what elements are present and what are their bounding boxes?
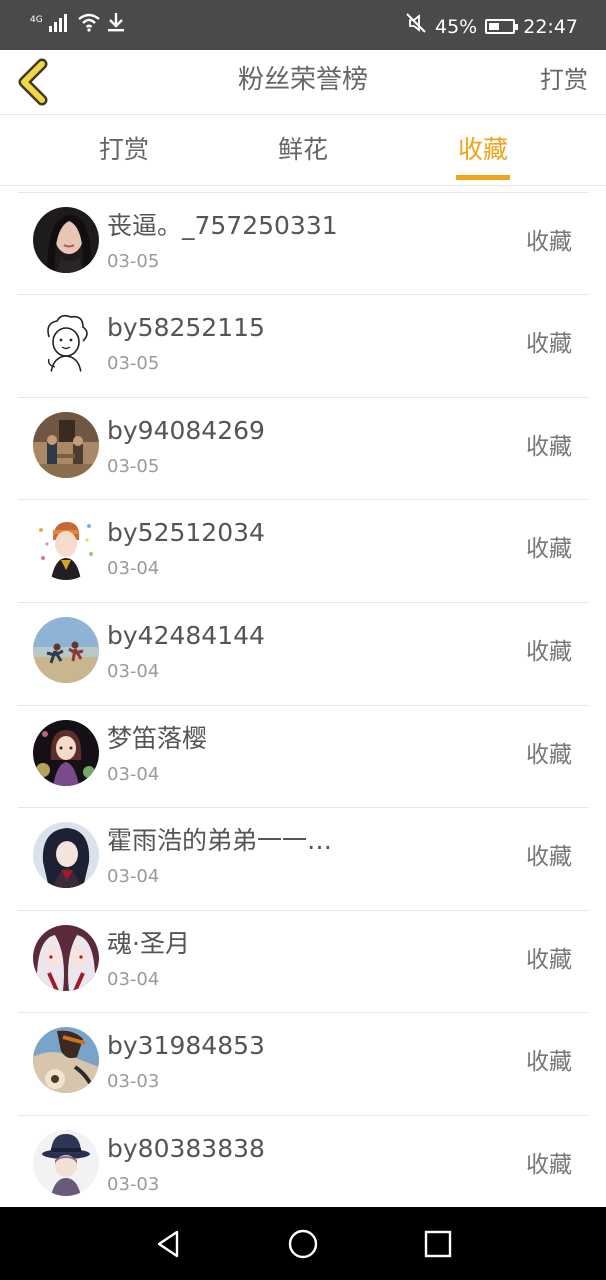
network-type: 4G [30, 14, 43, 25]
list-item[interactable]: by31984853 03-03 收藏 [18, 1012, 589, 1115]
user-date: 03-04 [107, 661, 160, 682]
list-item[interactable]: by58252115 03-05 收藏 [18, 294, 589, 397]
status-left: 4G [30, 12, 125, 36]
avatar[interactable] [33, 1130, 99, 1196]
page-title: 粉丝荣誉榜 [237, 65, 368, 95]
user-name: by52512034 [107, 518, 265, 547]
row-action-label: 收藏 [526, 844, 572, 870]
row-action-label: 收藏 [526, 1152, 572, 1178]
row-action-label: 收藏 [526, 1049, 572, 1075]
avatar[interactable] [33, 720, 99, 786]
row-action-label: 收藏 [526, 742, 572, 768]
list-item[interactable]: 丧逼。_757250331 03-05 收藏 [18, 192, 589, 295]
user-date: 03-04 [107, 764, 160, 785]
avatar[interactable] [33, 309, 99, 375]
user-date: 03-03 [107, 1071, 160, 1092]
tab-flowers[interactable]: 鲜花 [278, 133, 328, 167]
avatar[interactable] [33, 412, 99, 478]
user-name: 魂·圣月 [107, 929, 190, 958]
tab-reward[interactable]: 打赏 [99, 133, 149, 167]
reward-button[interactable]: 打赏 [540, 62, 588, 98]
user-date: 03-05 [107, 251, 160, 272]
system-nav-bar [0, 1207, 606, 1280]
mute-icon [405, 12, 427, 41]
list-item[interactable]: by94084269 03-05 收藏 [18, 397, 589, 500]
app-header: 粉丝荣誉榜 打赏 [0, 50, 606, 115]
user-date: 03-05 [107, 353, 160, 374]
tab-bar: 打赏 鲜花 收藏 [0, 115, 606, 186]
row-action-label: 收藏 [526, 331, 572, 357]
download-icon [107, 12, 125, 36]
row-action-label: 收藏 [526, 639, 572, 665]
status-bar: 4G 45% 22:47 [0, 0, 606, 50]
clock: 22:47 [523, 15, 578, 38]
list-item[interactable]: by52512034 03-04 收藏 [18, 499, 589, 602]
user-name: by94084269 [107, 416, 265, 445]
avatar[interactable] [33, 822, 99, 888]
battery-icon [485, 19, 519, 34]
nav-recents-button[interactable] [420, 1226, 456, 1262]
user-name: by58252115 [107, 313, 265, 342]
row-action-label: 收藏 [526, 536, 572, 562]
user-name: by80383838 [107, 1134, 265, 1163]
list-item[interactable]: 霍雨浩的弟弟一一… 03-04 收藏 [18, 807, 589, 910]
tab-favorites[interactable]: 收藏 [458, 133, 508, 167]
user-name: by31984853 [107, 1031, 265, 1060]
user-date: 03-03 [107, 1174, 160, 1195]
list-item[interactable]: by42484144 03-04 收藏 [18, 602, 589, 705]
battery-percent: 45% [435, 15, 478, 38]
row-action-label: 收藏 [526, 229, 572, 255]
user-name: by42484144 [107, 621, 265, 650]
nav-home-button[interactable] [285, 1226, 321, 1262]
user-name: 霍雨浩的弟弟一一… [107, 826, 333, 855]
list-item[interactable]: by80383838 03-03 收藏 [18, 1115, 589, 1207]
nav-back-button[interactable] [151, 1226, 187, 1262]
avatar[interactable] [33, 207, 99, 273]
user-date: 03-04 [107, 969, 160, 990]
square-recents-icon [420, 1226, 456, 1262]
user-date: 03-05 [107, 456, 160, 477]
list-item[interactable]: 魂·圣月 03-04 收藏 [18, 910, 589, 1013]
triangle-back-icon [151, 1226, 187, 1262]
user-name: 梦笛落樱 [107, 724, 208, 753]
user-date: 03-04 [107, 558, 160, 579]
list-item[interactable]: 梦笛落樱 03-04 收藏 [18, 705, 589, 808]
wifi-icon [77, 12, 101, 36]
avatar[interactable] [33, 1027, 99, 1093]
row-action-label: 收藏 [526, 434, 572, 460]
signal-icon [48, 12, 71, 36]
avatar[interactable] [33, 514, 99, 580]
avatar[interactable] [33, 925, 99, 991]
fan-list[interactable]: 丧逼。_757250331 03-05 收藏 by58252115 03-05 … [0, 186, 606, 1207]
user-name: 丧逼。_757250331 [107, 211, 338, 240]
battery-fill [489, 23, 500, 30]
user-date: 03-04 [107, 866, 160, 887]
status-right: 45% 22:47 [405, 12, 578, 41]
circle-home-icon [285, 1226, 321, 1262]
avatar[interactable] [33, 617, 99, 683]
active-tab-indicator [456, 175, 510, 180]
row-action-label: 收藏 [526, 947, 572, 973]
